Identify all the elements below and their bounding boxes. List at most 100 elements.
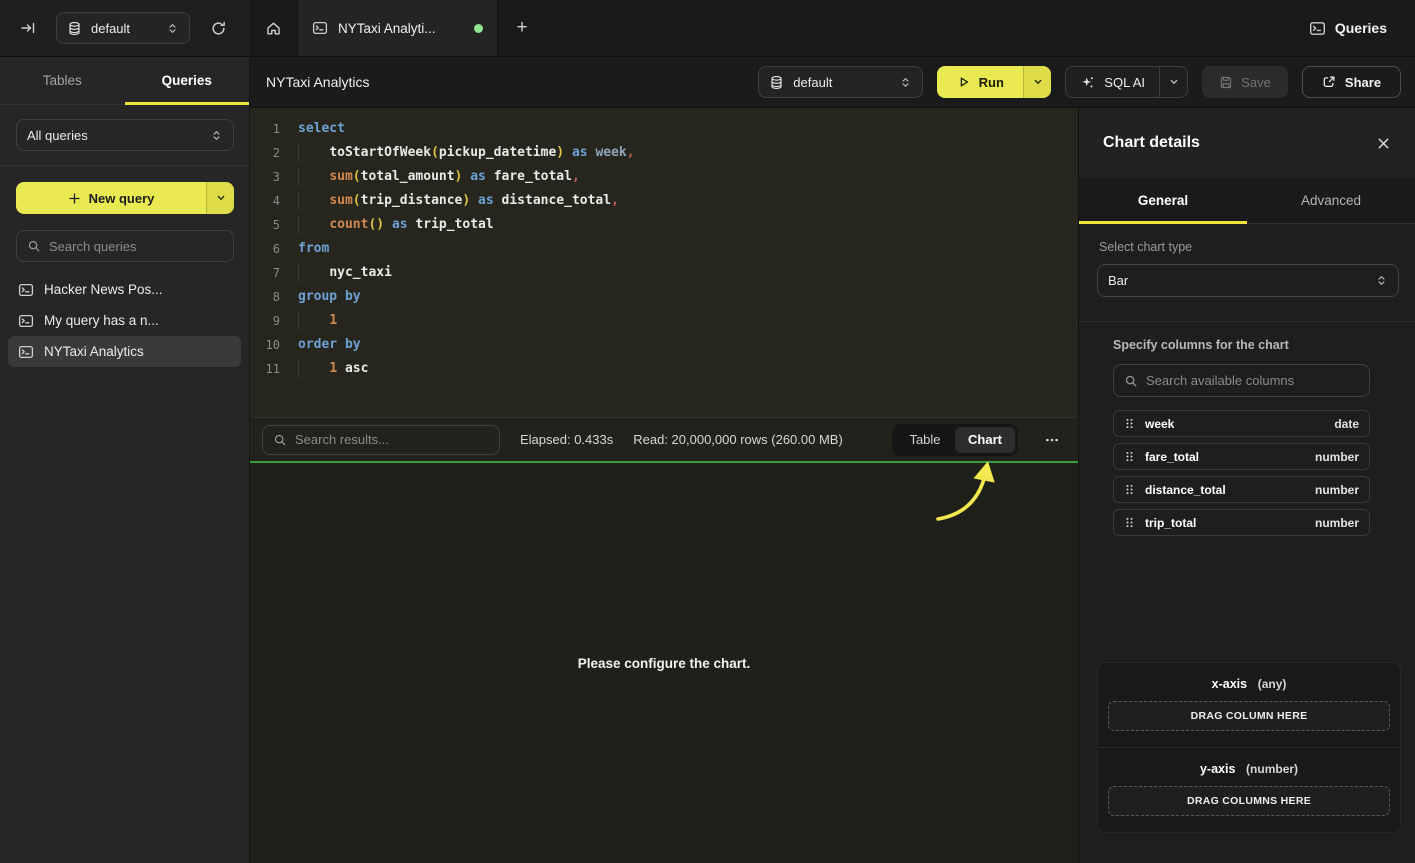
collapse-sidebar-icon[interactable] [14, 14, 42, 42]
drag-handle-icon[interactable] [1124, 417, 1135, 430]
sql-editor[interactable]: 1select2 toStartOfWeek(pickup_datetime) … [250, 108, 1078, 417]
share-button[interactable]: Share [1302, 66, 1401, 98]
tab-advanced[interactable]: Advanced [1247, 178, 1415, 223]
query-list: Hacker News Pos... My query has a n... N… [0, 274, 249, 367]
code-line[interactable]: 7 nyc_taxi [250, 261, 1078, 285]
query-search-field[interactable] [16, 230, 234, 262]
sidebar-tab-tables[interactable]: Tables [0, 57, 125, 104]
query-item-label: Hacker News Pos... [44, 282, 163, 297]
y-axis-header: y-axis (number) [1108, 761, 1390, 776]
new-query-button[interactable]: New query [16, 182, 234, 214]
save-icon [1219, 75, 1233, 89]
database-selector[interactable]: default [56, 12, 190, 44]
plus-icon [68, 192, 81, 205]
code-line[interactable]: 10order by [250, 333, 1078, 357]
x-axis-drop-zone[interactable]: DRAG COLUMN HERE [1108, 701, 1390, 731]
code-line[interactable]: 5 count() as trip_total [250, 213, 1078, 237]
toolbar-database-selector[interactable]: default [758, 66, 923, 98]
code-line[interactable]: 3 sum(total_amount) as fare_total, [250, 165, 1078, 189]
columns-search-field[interactable] [1113, 364, 1370, 397]
column-name: distance_total [1145, 483, 1305, 497]
code-line[interactable]: 4 sum(trip_distance) as distance_total, [250, 189, 1078, 213]
tab-nytaxi-analytics[interactable]: NYTaxi Analyti... [297, 0, 498, 56]
refresh-icon[interactable] [204, 14, 232, 42]
run-options-caret[interactable] [1023, 66, 1051, 98]
column-chip[interactable]: week date [1113, 410, 1370, 437]
line-number: 3 [250, 165, 280, 189]
y-axis-label: y-axis [1200, 762, 1235, 776]
drag-handle-icon[interactable] [1124, 450, 1135, 463]
new-query-main[interactable]: New query [16, 182, 206, 214]
code-text: toStartOfWeek(pickup_datetime) as week, [298, 141, 635, 165]
tab-general[interactable]: General [1079, 178, 1247, 223]
line-number: 9 [250, 309, 280, 333]
drag-handle-icon[interactable] [1124, 516, 1135, 529]
line-number: 2 [250, 141, 280, 165]
column-chip[interactable]: distance_total number [1113, 476, 1370, 503]
columns-search-input[interactable] [1146, 373, 1359, 388]
code-text: from [298, 237, 329, 261]
code-text: group by [298, 285, 361, 309]
code-line[interactable]: 2 toStartOfWeek(pickup_datetime) as week… [250, 141, 1078, 165]
results-search-input[interactable] [295, 432, 489, 447]
chart-panel-header: Chart details [1079, 108, 1415, 178]
new-query-label: New query [89, 191, 155, 206]
sidebar: Tables Queries All queries New query Hac… [0, 57, 250, 863]
save-button[interactable]: Save [1202, 66, 1288, 98]
queries-terminal-icon [1309, 20, 1326, 37]
query-item-label: My query has a n... [44, 313, 159, 328]
column-type: number [1315, 483, 1359, 497]
close-icon[interactable] [1376, 136, 1391, 151]
run-button[interactable]: Run [937, 66, 1023, 98]
code-line[interactable]: 6from [250, 237, 1078, 261]
line-number: 11 [250, 357, 280, 381]
query-search-input[interactable] [49, 239, 223, 254]
database-icon [67, 21, 82, 36]
sql-ai-caret[interactable] [1159, 67, 1187, 97]
column-chip[interactable]: trip_total number [1113, 509, 1370, 536]
columns-section-label: Specify columns for the chart [1113, 338, 1367, 352]
indent-guide [298, 192, 299, 210]
sql-ai-button[interactable]: SQL AI [1066, 67, 1159, 97]
database-icon [769, 75, 784, 90]
results-toolbar: Elapsed: 0.433s Read: 20,000,000 rows (2… [250, 417, 1078, 461]
line-number: 10 [250, 333, 280, 357]
new-query-caret[interactable] [206, 182, 234, 214]
elapsed-time: Elapsed: 0.433s [520, 432, 613, 447]
queries-button[interactable]: Queries [1309, 20, 1387, 37]
query-list-item[interactable]: My query has a n... [8, 305, 241, 336]
tab-label: NYTaxi Analyti... [338, 21, 464, 36]
code-line[interactable]: 11 1 asc [250, 357, 1078, 381]
chart-type-value: Bar [1108, 273, 1366, 288]
indent-guide [298, 312, 299, 330]
x-axis-header: x-axis (any) [1108, 676, 1390, 691]
query-terminal-icon [18, 344, 34, 360]
results-search-field[interactable] [262, 425, 500, 455]
y-axis-drop-zone[interactable]: DRAG COLUMNS HERE [1108, 786, 1390, 816]
code-line[interactable]: 1select [250, 117, 1078, 141]
query-filter-select[interactable]: All queries [16, 119, 234, 151]
code-line[interactable]: 8group by [250, 285, 1078, 309]
column-type: number [1315, 450, 1359, 464]
top-bar-left: default [0, 0, 250, 56]
code-line[interactable]: 9 1 [250, 309, 1078, 333]
view-tab-table[interactable]: Table [895, 427, 955, 453]
query-list-item[interactable]: NYTaxi Analytics [8, 336, 241, 367]
chart-type-select[interactable]: Bar [1097, 264, 1399, 297]
column-type: number [1315, 516, 1359, 530]
queries-button-label: Queries [1335, 20, 1387, 36]
sidebar-tabs: Tables Queries [0, 57, 249, 105]
y-axis-section: y-axis (number) DRAG COLUMNS HERE [1098, 748, 1400, 832]
new-tab-button[interactable]: + [498, 0, 546, 56]
sparkle-icon [1080, 75, 1095, 90]
search-icon [273, 433, 287, 447]
sidebar-tab-queries[interactable]: Queries [125, 57, 250, 104]
indent-guide [298, 264, 299, 282]
view-tab-chart[interactable]: Chart [955, 427, 1015, 453]
drag-handle-icon[interactable] [1124, 483, 1135, 496]
query-list-item[interactable]: Hacker News Pos... [8, 274, 241, 305]
home-icon[interactable] [250, 0, 297, 56]
column-chip[interactable]: fare_total number [1113, 443, 1370, 470]
column-name: trip_total [1145, 516, 1305, 530]
more-options-icon[interactable] [1038, 426, 1066, 454]
